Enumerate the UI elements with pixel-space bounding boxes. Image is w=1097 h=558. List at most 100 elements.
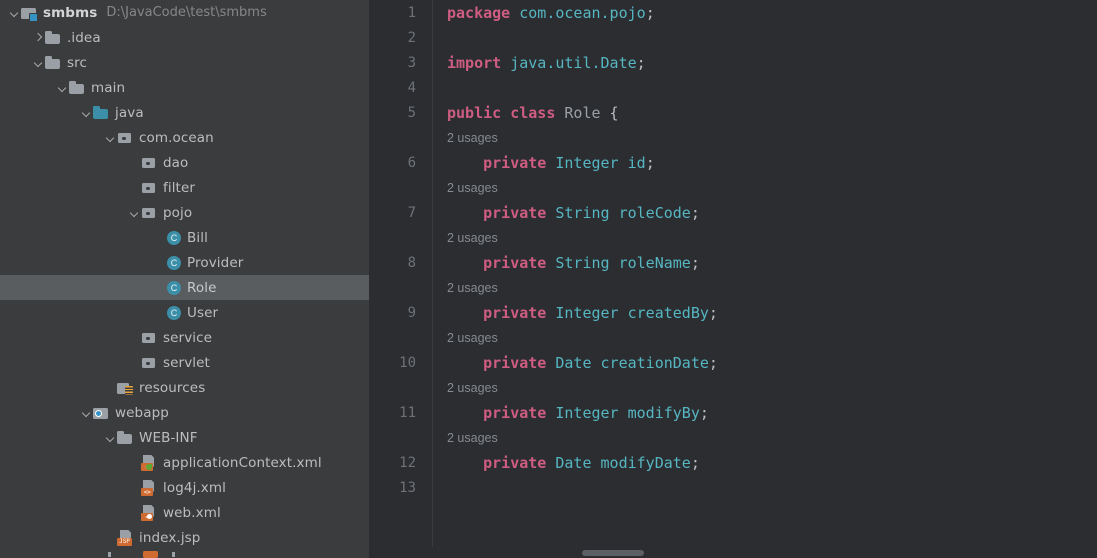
code-line[interactable]: 4 (369, 75, 1097, 100)
code-line-text[interactable]: private Integer createdBy; (416, 304, 1097, 322)
tree-node-label: service (163, 329, 213, 346)
code-line[interactable]: 13 (369, 475, 1097, 500)
chevron-down-icon[interactable] (128, 206, 141, 219)
chevron-right-icon[interactable] (32, 31, 45, 44)
chevron-down-icon[interactable] (104, 431, 117, 444)
code-line[interactable]: 8 private String roleName; (369, 250, 1097, 275)
line-number[interactable]: 11 (369, 405, 416, 421)
tree-node-service[interactable]: service (0, 325, 369, 350)
tree-node-resources[interactable]: resources (0, 375, 369, 400)
module-folder-icon (21, 5, 38, 22)
line-number[interactable]: 8 (369, 255, 416, 271)
code-token: ; (690, 203, 700, 222)
tree-node-applicationcontext-xml[interactable]: < applicationContext.xml (0, 450, 369, 475)
editor-horizontal-scrollbar[interactable] (369, 547, 1097, 558)
code-line-text[interactable]: private Date creationDate; (416, 354, 1097, 372)
tree-node-webapp[interactable]: webapp (0, 400, 369, 425)
tree-node-bill[interactable]: C Bill (0, 225, 369, 250)
tree-node-src[interactable]: src (0, 50, 369, 75)
usages-hint[interactable]: 2 usages (416, 131, 1097, 145)
scrollbar-thumb[interactable] (582, 550, 644, 556)
chevron-down-icon[interactable] (80, 406, 93, 419)
usages-hint[interactable]: 2 usages (416, 381, 1097, 395)
code-editor[interactable]: 1 package com.ocean.pojo; 2 3 import java.ut… (369, 0, 1097, 558)
tree-node-filter[interactable]: filter (0, 175, 369, 200)
tree-node--idea[interactable]: .idea (0, 25, 369, 50)
tree-node-label: pojo (163, 204, 193, 221)
line-number[interactable]: 10 (369, 355, 416, 371)
code-line-text[interactable]: package com.ocean.pojo; (416, 4, 1097, 22)
tree-node-user[interactable]: C User (0, 300, 369, 325)
code-line[interactable]: 7 private String roleCode; (369, 200, 1097, 225)
project-tree[interactable]: smbms D:\JavaCode\test\smbms .idea src main j… (0, 0, 369, 550)
tree-node-main[interactable]: main (0, 75, 369, 100)
tree-node-label: web.xml (163, 504, 221, 521)
usages-hint[interactable]: 2 usages (416, 281, 1097, 295)
code-line-text[interactable]: private String roleCode; (416, 204, 1097, 222)
code-line[interactable]: 12 private Date modifyDate; (369, 450, 1097, 475)
tree-node-servlet[interactable]: servlet (0, 350, 369, 375)
tree-node-index-jsp[interactable]: JSP index.jsp (0, 525, 369, 550)
chevron-down-icon[interactable] (32, 56, 45, 69)
chevron-down-icon[interactable] (80, 106, 93, 119)
line-number[interactable]: 5 (369, 105, 416, 121)
tree-node-java[interactable]: java (0, 100, 369, 125)
line-number[interactable]: 2 (369, 30, 416, 46)
usages-hint[interactable]: 2 usages (416, 331, 1097, 345)
code-line[interactable]: 9 private Integer createdBy; (369, 300, 1097, 325)
usages-hint[interactable]: 2 usages (416, 181, 1097, 195)
code-line[interactable]: 5 public class Role { (369, 100, 1097, 125)
tree-node-role[interactable]: C Role (0, 275, 369, 300)
chevron-down-icon[interactable] (56, 81, 69, 94)
code-token: ; (708, 303, 718, 322)
tree-node-label: User (187, 304, 219, 321)
tree-node-dao[interactable]: dao (0, 150, 369, 175)
tree-node-log4j-xml[interactable]: <> log4j.xml (0, 475, 369, 500)
code-token: modifyDate (600, 453, 691, 472)
usages-hint[interactable]: 2 usages (416, 431, 1097, 445)
tree-node-label: servlet (163, 354, 210, 371)
tree-node-smbms[interactable]: smbms D:\JavaCode\test\smbms (0, 0, 369, 25)
chevron-down-icon[interactable] (8, 6, 21, 19)
usages-hint[interactable]: 2 usages (416, 231, 1097, 245)
code-line-text[interactable]: private String roleName; (416, 254, 1097, 272)
code-line[interactable]: 2 (369, 25, 1097, 50)
tree-node-com-ocean[interactable]: com.ocean (0, 125, 369, 150)
line-number[interactable]: 3 (369, 55, 416, 71)
tree-node-pojo[interactable]: pojo (0, 200, 369, 225)
tree-node-web-inf[interactable]: WEB-INF (0, 425, 369, 450)
code-line[interactable]: 3 import java.util.Date; (369, 50, 1097, 75)
package-icon (141, 330, 158, 346)
code-line[interactable]: 10 private Date creationDate; (369, 350, 1097, 375)
code-token: Date (555, 353, 601, 372)
line-number[interactable]: 12 (369, 455, 416, 471)
tree-node-label: index.jsp (139, 529, 201, 546)
code-token: private (483, 403, 556, 422)
code-content[interactable]: 1 package com.ocean.pojo; 2 3 import java.ut… (369, 0, 1097, 500)
tree-node-provider[interactable]: C Provider (0, 250, 369, 275)
project-tool-window[interactable]: smbms D:\JavaCode\test\smbms .idea src main j… (0, 0, 369, 558)
line-number[interactable]: 13 (369, 480, 416, 496)
tree-next-row-sliver (0, 550, 369, 558)
code-token: package (447, 3, 520, 22)
code-line-text[interactable]: private Date modifyDate; (416, 454, 1097, 472)
code-line[interactable]: 1 package com.ocean.pojo; (369, 0, 1097, 25)
line-number[interactable]: 6 (369, 155, 416, 171)
code-line[interactable]: 6 private Integer id; (369, 150, 1097, 175)
chevron-down-icon[interactable] (104, 131, 117, 144)
code-line[interactable]: 11 private Integer modifyBy; (369, 400, 1097, 425)
line-number[interactable]: 7 (369, 205, 416, 221)
line-number[interactable]: 4 (369, 80, 416, 96)
code-token: private (483, 453, 556, 472)
code-line-text[interactable]: public class Role { (416, 104, 1097, 122)
line-number[interactable]: 9 (369, 305, 416, 321)
line-number[interactable]: 1 (369, 5, 416, 21)
code-line-text[interactable]: private Integer modifyBy; (416, 404, 1097, 422)
code-line-text[interactable]: import java.util.Date; (416, 54, 1097, 72)
source-root-folder-icon (93, 105, 110, 121)
code-line-text[interactable]: private Integer id; (416, 154, 1097, 172)
tree-node-web-xml[interactable]: < web.xml (0, 500, 369, 525)
